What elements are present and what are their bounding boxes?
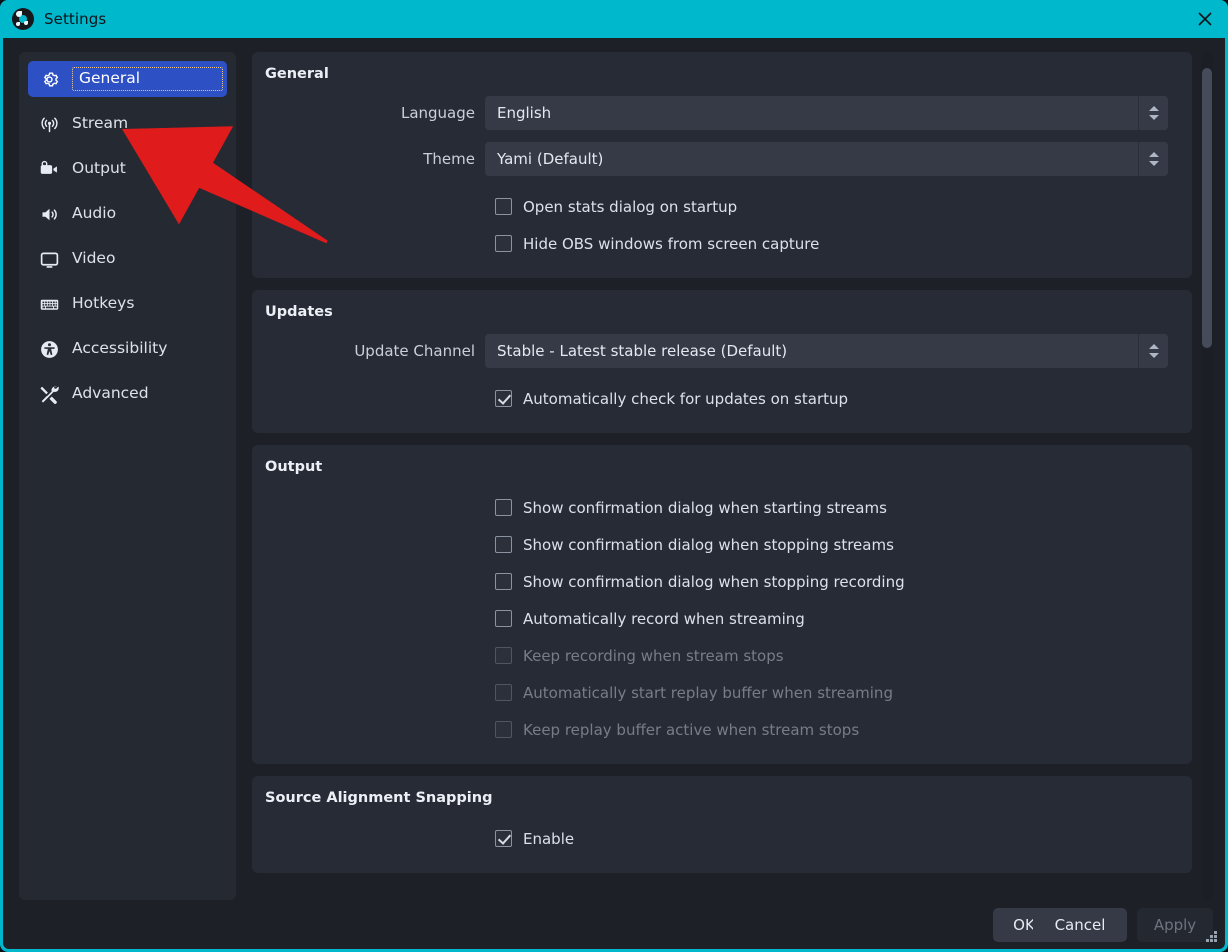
apply-button: Apply	[1137, 908, 1213, 942]
checkbox-icon	[495, 684, 512, 701]
checkbox-label: Enable	[523, 829, 575, 848]
checkbox-label: Automatically start replay buffer when s…	[523, 683, 893, 702]
language-combobox[interactable]: English	[485, 96, 1168, 130]
settings-group-output: Output Show confirmation dialog when star…	[252, 445, 1192, 764]
video-camera-icon	[38, 158, 60, 180]
checkbox-icon	[495, 647, 512, 664]
tools-icon	[38, 383, 60, 405]
close-icon[interactable]	[1182, 0, 1228, 38]
checkbox-icon[interactable]	[495, 536, 512, 553]
settings-window: Settings General Stream Output Audio Video Ho…	[0, 0, 1228, 952]
form-row: Update Channel Stable - Latest stable rel…	[252, 334, 1192, 368]
keyboard-icon	[38, 293, 60, 315]
checkbox-row[interactable]: Enable	[252, 820, 1192, 857]
chevron-up-down-icon[interactable]	[1138, 142, 1168, 176]
checkbox-row: Automatically start replay buffer when s…	[252, 674, 1192, 711]
dialog-body: General Stream Output Audio Video Hotkeys Acce…	[3, 38, 1225, 949]
checkbox-icon[interactable]	[495, 198, 512, 215]
sidebar-item-label: Output	[72, 159, 126, 178]
settings-group-source-alignment-snapping: Source Alignment Snapping Enable	[252, 776, 1192, 873]
checkbox-label: Keep recording when stream stops	[523, 646, 784, 665]
update-channel-combobox[interactable]: Stable - Latest stable release (Default)	[485, 334, 1168, 368]
checkbox-icon[interactable]	[495, 573, 512, 590]
checkbox-row: Keep recording when stream stops	[252, 637, 1192, 674]
cancel-button[interactable]: Cancel	[1033, 908, 1127, 942]
scrollbar-thumb[interactable]	[1202, 68, 1212, 348]
checkbox-row: Keep replay buffer active when stream st…	[252, 711, 1192, 748]
sidebar-item-general[interactable]: General	[28, 61, 227, 97]
checkbox-row[interactable]: Hide OBS windows from screen capture	[252, 225, 1192, 262]
checkbox-row[interactable]: Automatically record when streaming	[252, 600, 1192, 637]
settings-group-general: General Language English Theme Yami (Default…	[252, 52, 1192, 278]
sidebar-item-audio[interactable]: Audio	[28, 196, 227, 232]
checkbox-icon[interactable]	[495, 235, 512, 252]
sidebar-item-label: Video	[72, 249, 116, 268]
settings-group-updates: Updates Update Channel Stable - Latest sta…	[252, 290, 1192, 433]
content-scrollbar[interactable]	[1201, 52, 1213, 900]
field-label: Theme	[423, 150, 475, 168]
title-bar: Settings	[0, 0, 1228, 38]
gear-icon	[38, 68, 60, 90]
checkbox-label: Show confirmation dialog when starting s…	[523, 498, 887, 517]
settings-content: General Language English Theme Yami (Default…	[252, 52, 1192, 900]
sidebar-item-label: Audio	[72, 204, 117, 223]
resize-grip-icon[interactable]	[1206, 931, 1219, 944]
monitor-icon	[38, 248, 60, 270]
sidebar-item-label: Stream	[72, 114, 129, 133]
checkbox-icon	[495, 721, 512, 738]
checkbox-icon[interactable]	[495, 830, 512, 847]
sidebar-item-video[interactable]: Video	[28, 241, 227, 277]
sidebar-item-advanced[interactable]: Advanced	[28, 376, 227, 412]
checkbox-row[interactable]: Automatically check for updates on start…	[252, 380, 1192, 417]
group-title: General	[265, 66, 329, 82]
sidebar-item-label: General	[72, 66, 223, 92]
sidebar-item-label: Accessibility	[72, 339, 168, 358]
chevron-up-down-icon[interactable]	[1138, 96, 1168, 130]
checkbox-icon[interactable]	[495, 390, 512, 407]
checkbox-row[interactable]: Show confirmation dialog when stopping s…	[252, 526, 1192, 563]
group-title: Updates	[265, 304, 333, 320]
speaker-icon	[38, 203, 60, 225]
chevron-up-down-icon[interactable]	[1138, 334, 1168, 368]
field-label: Language	[400, 104, 475, 122]
checkbox-label: Show confirmation dialog when stopping r…	[523, 572, 905, 591]
combobox-value[interactable]: Yami (Default)	[485, 142, 1138, 176]
checkbox-label: Show confirmation dialog when stopping s…	[523, 535, 894, 554]
sidebar-item-stream[interactable]: Stream	[28, 106, 227, 142]
group-title: Output	[265, 459, 323, 475]
checkbox-label: Automatically record when streaming	[523, 609, 805, 628]
checkbox-label: Open stats dialog on startup	[523, 197, 738, 216]
checkbox-label: Automatically check for updates on start…	[523, 389, 849, 408]
checkbox-row[interactable]: Open stats dialog on startup	[252, 188, 1192, 225]
form-row: Theme Yami (Default)	[252, 142, 1192, 176]
obs-logo-icon	[12, 8, 34, 30]
accessibility-icon	[38, 338, 60, 360]
checkbox-icon[interactable]	[495, 610, 512, 627]
sidebar-item-label: Advanced	[72, 384, 149, 403]
sidebar-item-hotkeys[interactable]: Hotkeys	[28, 286, 227, 322]
window-title: Settings	[44, 10, 107, 28]
group-title: Source Alignment Snapping	[265, 790, 493, 806]
form-row: Language English	[252, 96, 1192, 130]
dialog-footer: OK Cancel Apply	[3, 900, 1225, 949]
checkbox-icon[interactable]	[495, 499, 512, 516]
field-label: Update Channel	[354, 342, 475, 360]
sidebar-item-label: Hotkeys	[72, 294, 135, 313]
combobox-value[interactable]: English	[485, 96, 1138, 130]
sidebar-item-accessibility[interactable]: Accessibility	[28, 331, 227, 367]
settings-sidebar: General Stream Output Audio Video Hotkeys Acce…	[19, 52, 236, 900]
checkbox-label: Hide OBS windows from screen capture	[523, 234, 820, 253]
broadcast-icon	[38, 113, 60, 135]
checkbox-row[interactable]: Show confirmation dialog when starting s…	[252, 489, 1192, 526]
sidebar-item-output[interactable]: Output	[28, 151, 227, 187]
theme-combobox[interactable]: Yami (Default)	[485, 142, 1168, 176]
checkbox-label: Keep replay buffer active when stream st…	[523, 720, 860, 739]
combobox-value[interactable]: Stable - Latest stable release (Default)	[485, 334, 1138, 368]
checkbox-row[interactable]: Show confirmation dialog when stopping r…	[252, 563, 1192, 600]
